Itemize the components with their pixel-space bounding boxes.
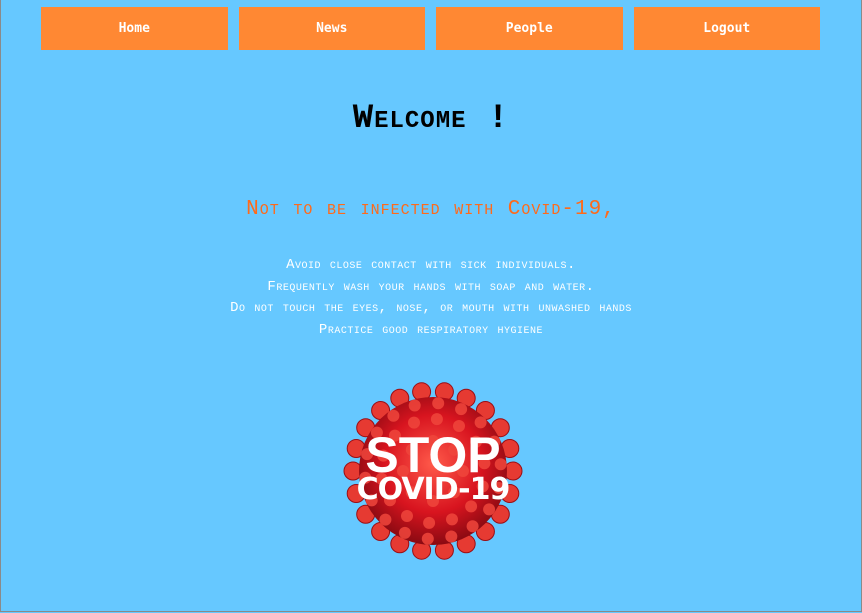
tip-item: Frequently wash your hands with soap and… [267, 278, 595, 295]
nav-home-button[interactable]: Home [41, 7, 228, 50]
stop-covid-virus-image: STOP COVID-19 [338, 376, 528, 566]
tips-list: Avoid close contact with sick individual… [0, 255, 862, 341]
page-subtitle: Not to be infected with Covid-19, [246, 198, 616, 221]
nav-news-button[interactable]: News [238, 7, 425, 50]
tip-item: Practice good respiratory hygiene [318, 321, 544, 338]
nav-people-button[interactable]: People [436, 7, 623, 50]
covid-text: COVID-19 [356, 472, 511, 507]
tip-item: Do not touch the eyes, nose, or mouth wi… [230, 300, 632, 316]
top-nav: Home News People Logout [41, 7, 820, 50]
nav-logout-button[interactable]: Logout [633, 7, 820, 50]
page-title: Welcome ! [352, 100, 510, 138]
tip-item: Avoid close contact with sick individual… [286, 257, 576, 273]
